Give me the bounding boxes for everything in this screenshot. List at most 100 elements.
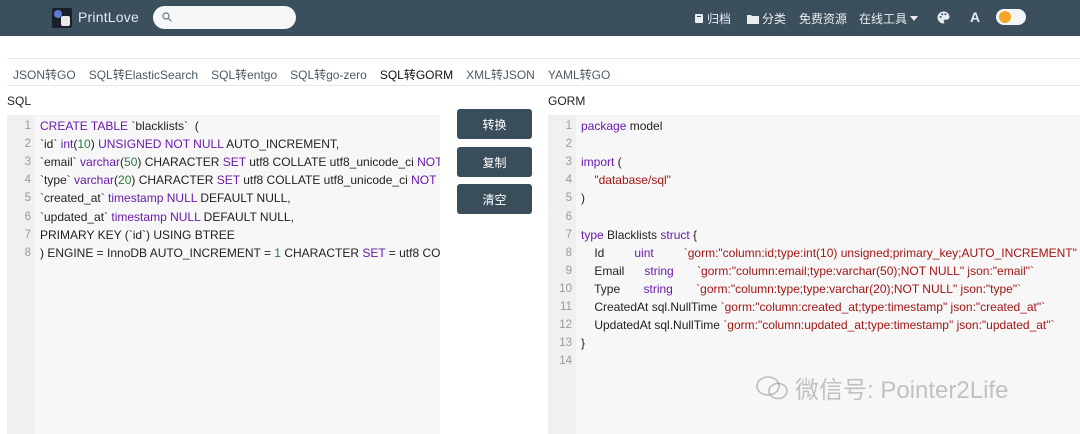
sql-panel-title: SQL bbox=[7, 94, 32, 108]
line-number: 1 bbox=[565, 120, 572, 132]
theme-toggle-switch[interactable] bbox=[996, 9, 1026, 25]
line-number: 3 bbox=[565, 156, 572, 169]
code-line: `created_at` timestamp NULL DEFAULT NULL… bbox=[40, 191, 291, 205]
code-token: int bbox=[60, 137, 74, 152]
code-line: Email string `gorm:"column:email;type:va… bbox=[581, 264, 1034, 278]
code-token: `updated_at` bbox=[40, 209, 112, 224]
code-token: ) ENGINE = InnoDB AUTO_INCREMENT = bbox=[40, 245, 275, 260]
nav-link-category[interactable]: 分类 bbox=[747, 10, 786, 27]
line-number: 6 bbox=[565, 210, 572, 223]
line-number: 3 bbox=[24, 156, 31, 169]
gorm-line-gutter: 1 2 3 4 5 6 7 8 9 10 11 12 13 14 bbox=[548, 115, 576, 434]
code-line: `type` varchar(20) CHARACTER SET utf8 CO… bbox=[40, 173, 440, 187]
caret-down-icon bbox=[910, 16, 919, 21]
copy-button[interactable]: 复制 bbox=[457, 147, 532, 177]
code-token: "database/sql" bbox=[594, 173, 671, 188]
line-number: 1 bbox=[24, 120, 31, 132]
code-token: utf8 COLLATE utf8_unicode_ci bbox=[245, 155, 418, 170]
code-line: UpdatedAt sql.NullTime `gorm:"column:upd… bbox=[581, 318, 1055, 333]
code-token: `gorm:"column:type;type:varchar(20);NOT … bbox=[696, 281, 1022, 296]
code-line: ) bbox=[581, 191, 585, 205]
brand-name[interactable]: PrintLove bbox=[78, 9, 139, 25]
code-token: SET bbox=[222, 155, 246, 170]
code-token: `id` bbox=[40, 137, 61, 152]
tab-item[interactable]: SQL转GORM bbox=[380, 66, 453, 83]
wechat-icon bbox=[756, 375, 788, 399]
code-token: UpdatedAt sql.NullTime bbox=[581, 318, 724, 333]
tab-item[interactable]: SQL转go-zero bbox=[290, 66, 367, 83]
code-token: varchar bbox=[80, 155, 121, 170]
code-token: ) bbox=[90, 137, 99, 152]
line-number: 10 bbox=[559, 282, 572, 295]
line-number: 9 bbox=[565, 264, 572, 277]
code-token: `gorm:"column:created_at;type:timestamp"… bbox=[720, 300, 1046, 314]
code-token: varchar bbox=[74, 173, 115, 188]
code-token: `gorm:"column:id;type:int(10) unsigned;p… bbox=[683, 245, 1077, 260]
line-number: 4 bbox=[565, 174, 572, 187]
palette-icon[interactable] bbox=[937, 11, 950, 24]
sun-icon bbox=[999, 11, 1011, 23]
tab-item[interactable]: SQL转entgo bbox=[211, 66, 277, 83]
code-token: NOT NULL bbox=[411, 173, 440, 188]
code-token: CHARACTER bbox=[280, 245, 363, 260]
tab-item[interactable]: SQL转ElasticSearch bbox=[89, 66, 198, 83]
code-token: NOT NULL bbox=[417, 155, 440, 170]
line-number: 5 bbox=[24, 192, 31, 205]
line-number: 14 bbox=[559, 355, 572, 368]
folder-icon bbox=[747, 14, 759, 24]
code-token: 20 bbox=[118, 173, 132, 188]
tab-item[interactable]: XML转JSON bbox=[466, 66, 535, 83]
clear-button[interactable]: 清空 bbox=[457, 184, 532, 214]
code-token: timestamp bbox=[108, 191, 164, 206]
line-number: 12 bbox=[559, 319, 572, 332]
line-number: 7 bbox=[565, 228, 572, 241]
code-line: `updated_at` timestamp NULL DEFAULT NULL… bbox=[40, 210, 294, 224]
nav-link-label: 免费资源 bbox=[799, 12, 848, 26]
sql-editor[interactable]: 1 2 3 4 5 6 7 8 CREATE TABLE `blacklists` (`id`… bbox=[7, 115, 440, 434]
code-line: PRIMARY KEY (`id`) USING BTREE bbox=[40, 228, 235, 242]
code-line: `email` varchar(50) CHARACTER SET utf8 C… bbox=[40, 155, 440, 169]
code-token: DEFAULT NULL, bbox=[196, 191, 291, 206]
top-navbar: PrintLove 归档 分类 免费资源 在线工具 A bbox=[0, 0, 1080, 36]
search-icon bbox=[162, 12, 172, 22]
code-token: PRIMARY KEY (`id`) USING BTREE bbox=[40, 227, 235, 242]
code-token: `gorm:"column:email;type:varchar(50);NOT… bbox=[697, 263, 1034, 278]
code-token: 1 bbox=[274, 245, 281, 260]
nav-link-label: 在线工具 bbox=[859, 12, 908, 26]
code-token: `email` bbox=[40, 155, 81, 170]
brand-logo-icon[interactable] bbox=[52, 8, 72, 28]
code-token: 50 bbox=[124, 155, 138, 170]
code-token: `created_at` bbox=[40, 191, 109, 206]
nav-link-archive[interactable]: 归档 bbox=[694, 10, 731, 27]
code-token: NULL bbox=[166, 191, 197, 206]
code-token: type bbox=[581, 227, 604, 242]
line-number: 6 bbox=[24, 210, 31, 223]
code-token: timestamp bbox=[111, 209, 167, 224]
code-token: utf8 COLLATE utf8_unicode_ci bbox=[239, 173, 412, 188]
line-number: 13 bbox=[559, 337, 572, 350]
code-token: NULL bbox=[170, 209, 201, 224]
convert-button[interactable]: 转换 bbox=[457, 109, 532, 139]
line-number: 2 bbox=[24, 138, 31, 151]
code-token: ) bbox=[581, 191, 585, 206]
code-line: "database/sql" bbox=[581, 173, 671, 187]
line-number: 11 bbox=[560, 301, 572, 313]
code-token: `gorm:"column:updated_at;type:timestamp"… bbox=[723, 318, 1055, 333]
code-token: Type bbox=[581, 281, 644, 296]
nav-link-free-resources[interactable]: 免费资源 bbox=[799, 10, 847, 27]
tab-item[interactable]: JSON转GO bbox=[13, 66, 76, 83]
font-size-toggle[interactable]: A bbox=[970, 9, 980, 25]
nav-dropdown-online-tools[interactable]: 在线工具 bbox=[859, 10, 919, 27]
search-input[interactable] bbox=[153, 6, 296, 29]
code-line: type Blacklists struct { bbox=[581, 228, 697, 242]
wechat-watermark: 微信号: Pointer2Life bbox=[755, 370, 1008, 405]
code-token: model bbox=[626, 119, 663, 133]
code-line: import ( bbox=[581, 155, 622, 169]
line-number: 7 bbox=[24, 228, 31, 241]
tab-item[interactable]: YAML转GO bbox=[548, 66, 610, 83]
converter-tabs: JSON转GO SQL转ElasticSearch SQL转entgo SQL转go-… bbox=[7, 58, 1080, 86]
code-token: = utf8 COLLATE = utf8_unicode_ci; bbox=[388, 245, 440, 260]
code-token: struct bbox=[660, 227, 690, 242]
